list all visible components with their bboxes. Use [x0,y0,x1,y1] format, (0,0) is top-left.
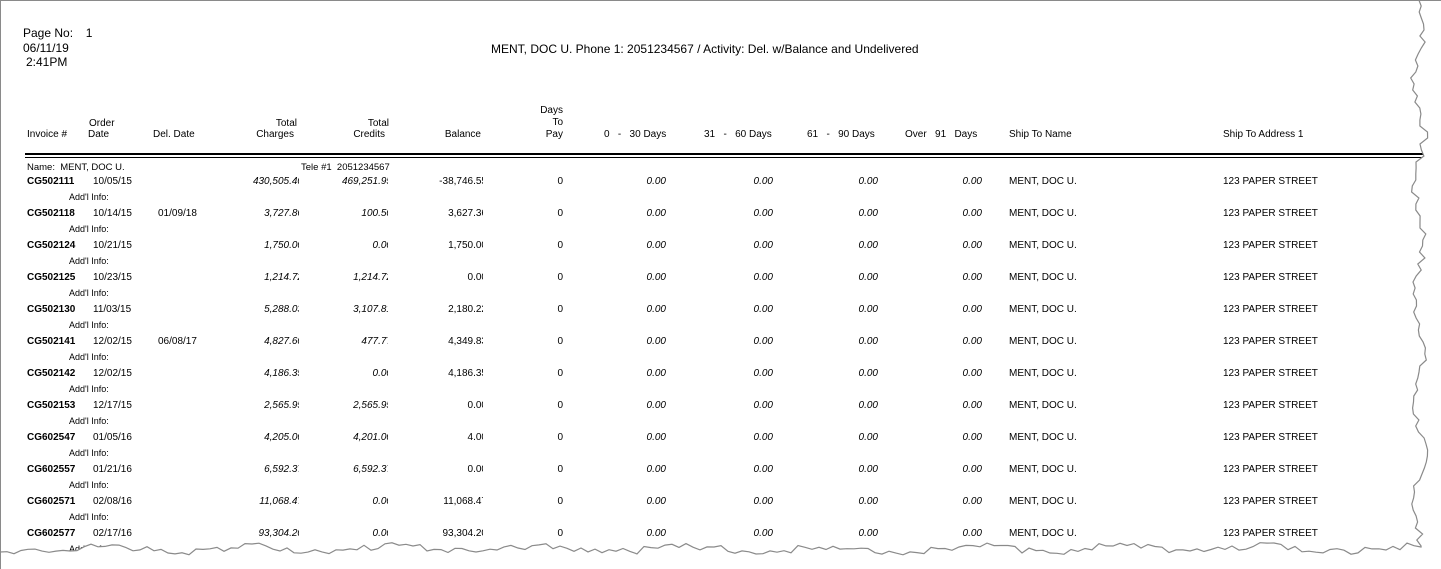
torn-edge-decoration [0,0,1441,569]
page-edge-left [0,0,1,569]
report-page: Page No: 1 06/11/19 2:41PM MENT, DOC U. … [0,0,1441,569]
page-edge-top [0,0,1441,1]
